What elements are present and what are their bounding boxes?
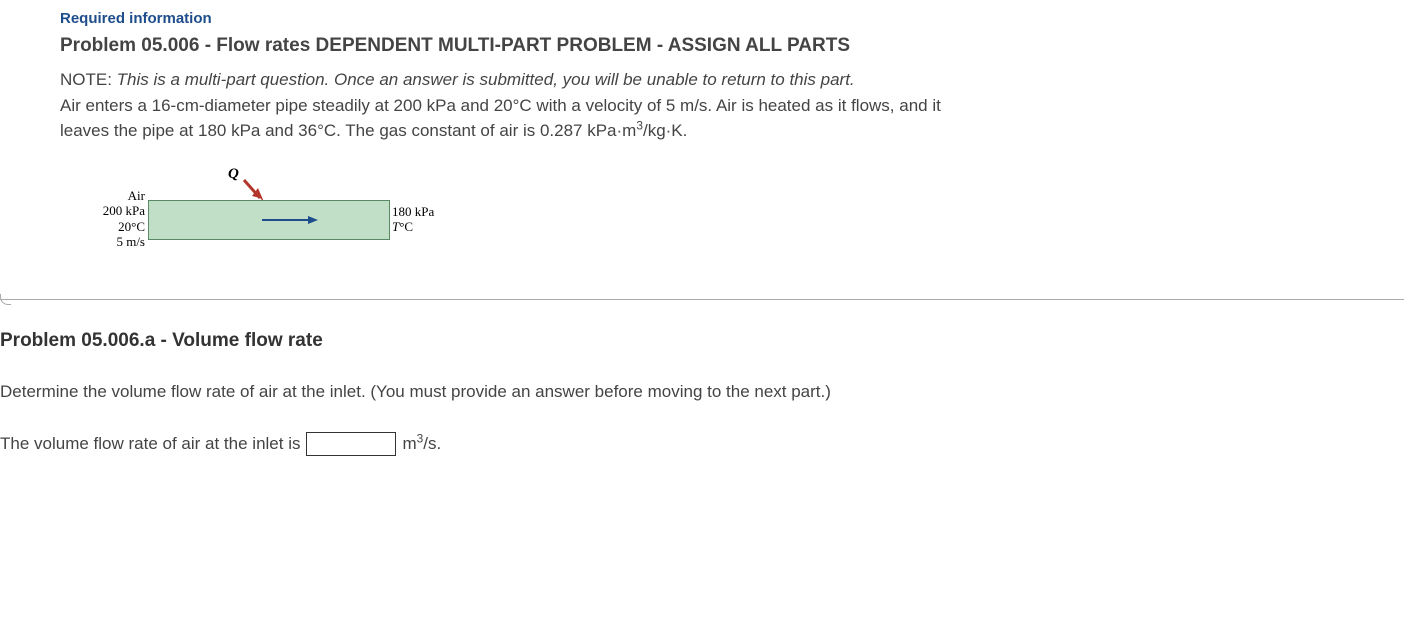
section-divider bbox=[0, 299, 1404, 300]
subproblem-section: Problem 05.006.a - Volume flow rate Dete… bbox=[0, 300, 1404, 476]
pipe-diagram: Q Air 200 kPa 20°C 5 m/s 180 kPa T°C bbox=[60, 164, 440, 264]
flow-arrow-icon bbox=[260, 214, 320, 226]
heat-label: Q bbox=[228, 166, 239, 183]
body-line-2-sup: 3 bbox=[636, 118, 643, 132]
section-divider-wrap bbox=[0, 299, 1404, 300]
problem-title: Problem 05.006 - Flow rates DEPENDENT MU… bbox=[60, 35, 1344, 57]
body-line-2-pre: leaves the pipe at 180 kPa and 36°C. The… bbox=[60, 121, 636, 140]
answer-label: The volume flow rate of air at the inlet… bbox=[0, 434, 300, 454]
required-info-label: Required information bbox=[60, 10, 1344, 27]
outlet-temperature: T°C bbox=[392, 219, 434, 235]
inlet-fluid: Air bbox=[60, 188, 145, 204]
body-line-1: Air enters a 16-cm-diameter pipe steadil… bbox=[60, 96, 941, 115]
outlet-temp-unit: °C bbox=[399, 219, 413, 234]
question-text: Determine the volume flow rate of air at… bbox=[0, 382, 1404, 402]
note-prefix: NOTE: bbox=[60, 70, 117, 89]
inlet-pressure: 200 kPa bbox=[60, 203, 145, 219]
answer-input[interactable] bbox=[306, 432, 396, 456]
inlet-velocity: 5 m/s bbox=[60, 234, 145, 250]
problem-body: NOTE: This is a multi-part question. Onc… bbox=[60, 67, 1344, 144]
note-body: This is a multi-part question. Once an a… bbox=[117, 70, 855, 89]
inlet-labels: Air 200 kPa 20°C 5 m/s bbox=[60, 188, 145, 250]
inlet-temperature: 20°C bbox=[60, 219, 145, 235]
subproblem-title: Problem 05.006.a - Volume flow rate bbox=[0, 330, 1404, 352]
body-line-2-post: /kg·K. bbox=[643, 121, 687, 140]
answer-unit: m3/s. bbox=[402, 434, 441, 454]
outlet-pressure: 180 kPa bbox=[392, 204, 434, 220]
answer-line: The volume flow rate of air at the inlet… bbox=[0, 432, 1404, 456]
outlet-labels: 180 kPa T°C bbox=[392, 204, 434, 235]
problem-header-section: Required information Problem 05.006 - Fl… bbox=[0, 0, 1404, 284]
